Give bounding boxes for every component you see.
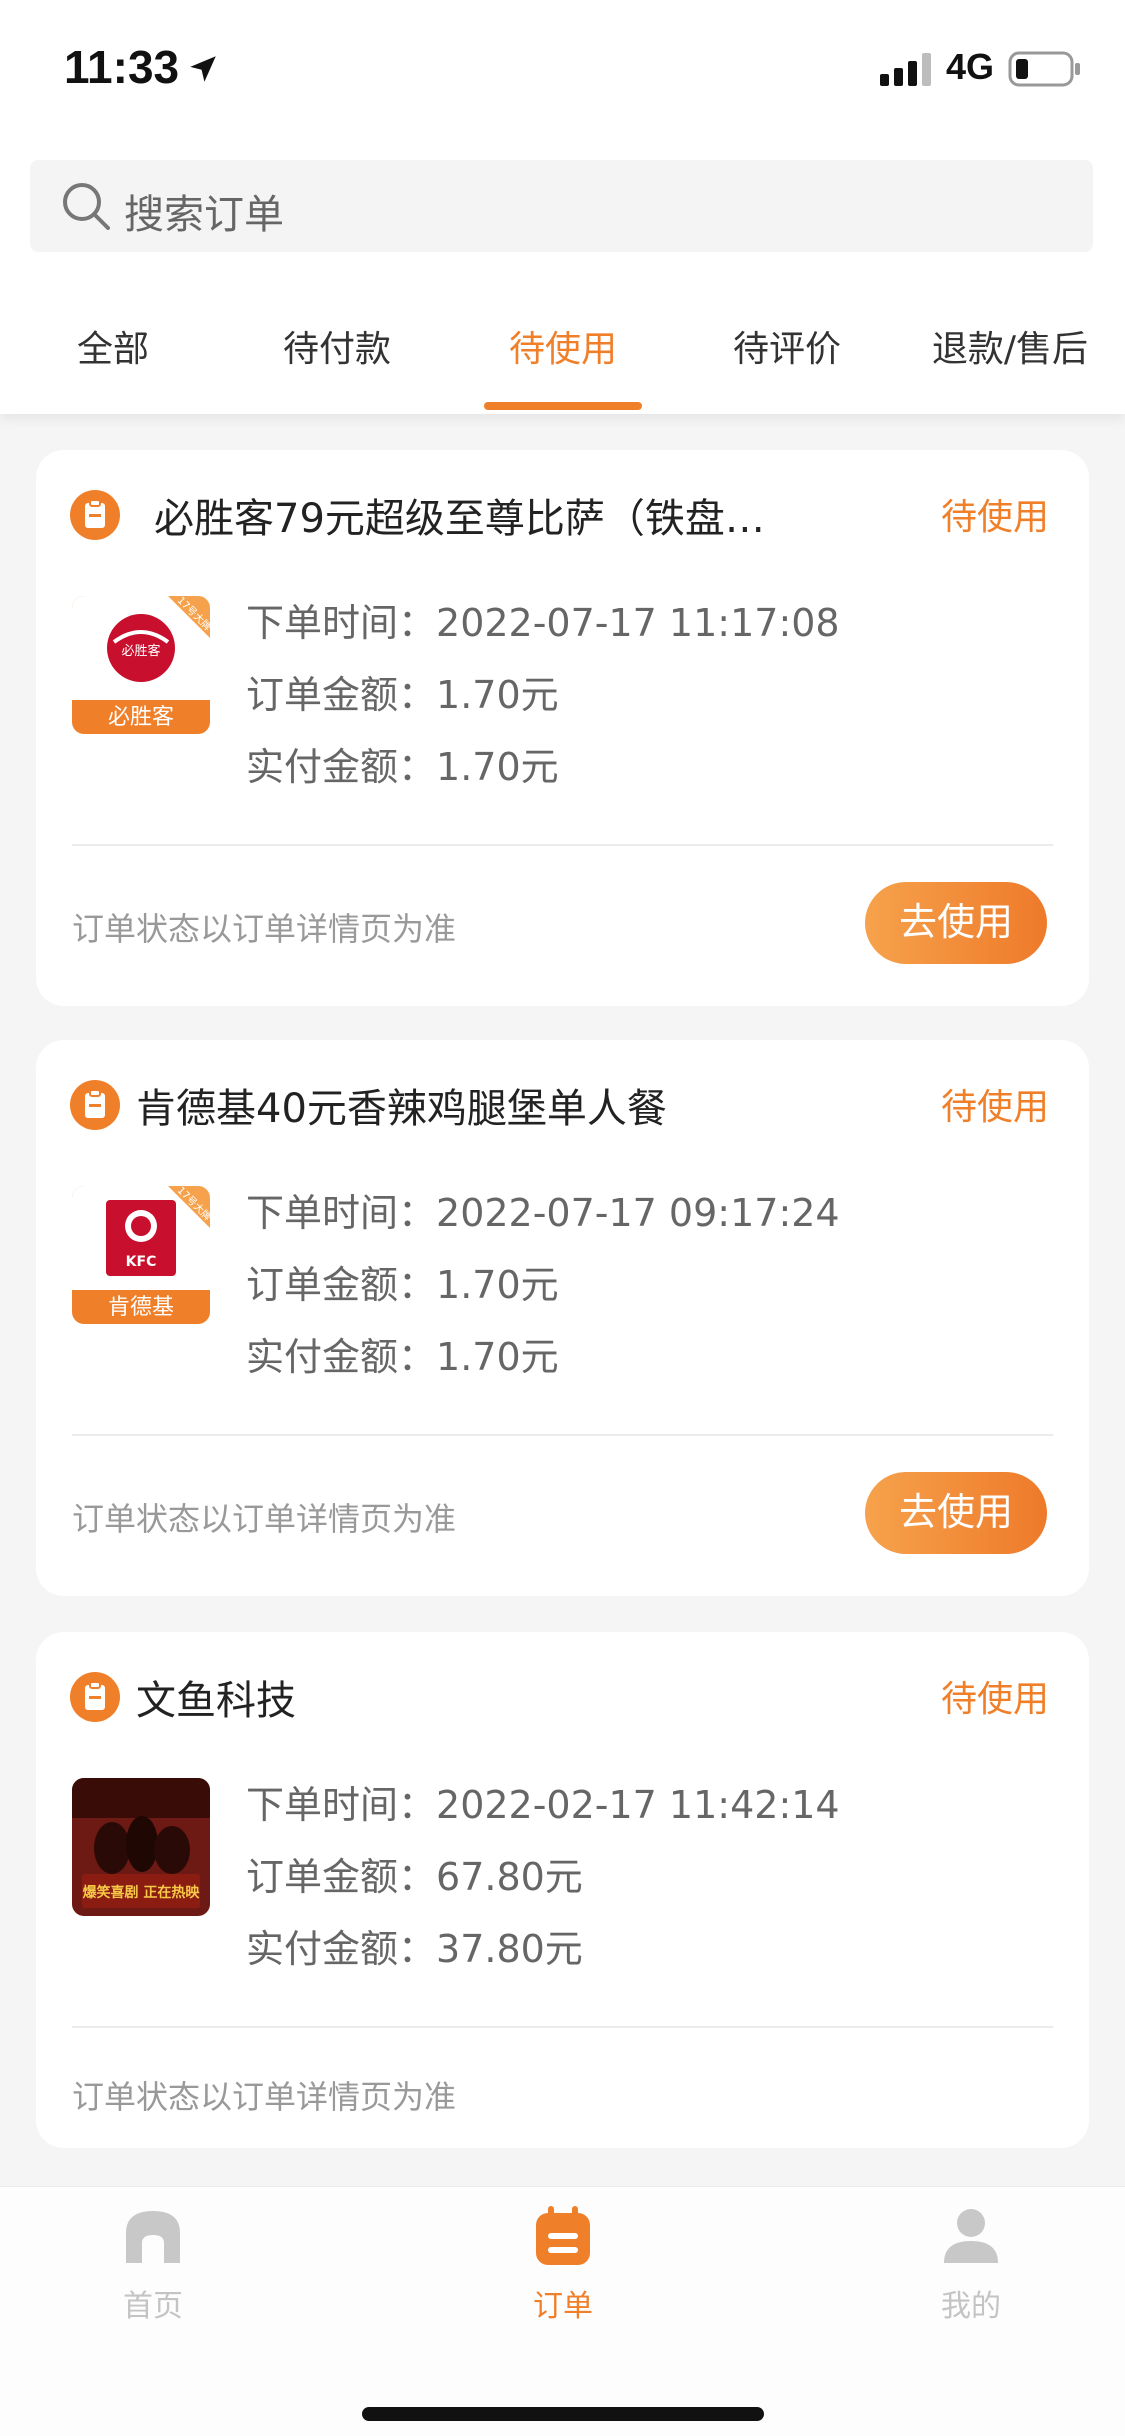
pizzahut-thumbnail: 必胜客 17号大牌 必胜客 (72, 596, 210, 734)
order-amount-row: 订单金额：1.70元 (246, 1254, 559, 1309)
location-arrow-icon (190, 56, 216, 82)
order-amount-label: 订单金额： (246, 1263, 437, 1307)
paid-amount-label: 实付金额： (246, 745, 437, 789)
kfc-thumbnail: KFC 17号大牌 肯德基 (72, 1186, 210, 1324)
order-time-value: 2022-07-17 11:17:08 (436, 601, 840, 645)
profile-icon (944, 2209, 998, 2263)
order-amount-label: 订单金额： (246, 1855, 437, 1899)
signal-bars-icon (880, 53, 931, 86)
orders-icon (536, 2206, 590, 2265)
order-time-row: 下单时间：2022-07-17 09:17:24 (246, 1182, 840, 1237)
svg-text:肯德基: 肯德基 (108, 1295, 174, 1320)
order-time-row: 下单时间：2022-02-17 11:42:14 (246, 1774, 840, 1829)
paid-amount-label: 实付金额： (246, 1927, 437, 1971)
order-card[interactable]: 肯德基40元香辣鸡腿堡单人餐 待使用 KFC 17号大牌 肯德基 下单时间：20… (36, 1040, 1089, 1596)
tab-pending-use[interactable]: 待使用 (496, 320, 630, 380)
nav-profile[interactable]: 我的 (896, 2203, 1046, 2343)
svg-text:必胜客: 必胜客 (108, 705, 174, 730)
card-divider (72, 1434, 1053, 1436)
status-bar: 11:33 4G (0, 0, 1125, 140)
card-divider (72, 2026, 1053, 2028)
order-time-value: 2022-02-17 11:42:14 (436, 1783, 840, 1827)
tab-pending-review[interactable]: 待评价 (720, 320, 854, 380)
status-note: 订单状态以订单详情页为准 (72, 1500, 457, 1538)
search-input[interactable]: 搜索订单 (124, 182, 284, 240)
paid-amount-row: 实付金额：37.80元 (246, 1918, 583, 1973)
network-type: 4G (946, 46, 995, 87)
paid-amount-value: 37.80元 (436, 1927, 583, 1971)
nav-orders[interactable]: 订单 (488, 2203, 638, 2343)
paid-amount-value: 1.70元 (436, 745, 559, 789)
shop-name: 肯德基40元香辣鸡腿堡单人餐 (136, 1086, 667, 1132)
order-amount-label: 订单金额： (246, 673, 437, 717)
nav-profile-label: 我的 (941, 2289, 1001, 2324)
order-card[interactable]: 文鱼科技 待使用 爆笑喜剧 正在热映 下单时间：2022-02-17 11:42… (36, 1632, 1089, 2148)
active-tab-indicator (484, 402, 642, 410)
order-badge-icon (70, 1672, 120, 1722)
nav-home[interactable]: 首页 (78, 2203, 228, 2343)
tab-refund-aftersales[interactable]: 退款/售后 (920, 320, 1100, 380)
top-header: 11:33 4G 搜索订单 全部 待付款 待使用 待评价 退款/售后 (0, 0, 1125, 414)
card-divider (72, 844, 1053, 846)
search-bar[interactable]: 搜索订单 (30, 160, 1093, 252)
order-amount-value: 67.80元 (436, 1855, 583, 1899)
order-amount-row: 订单金额：1.70元 (246, 664, 559, 719)
use-button[interactable]: 去使用 (865, 882, 1047, 964)
status-note: 订单状态以订单详情页为准 (72, 2078, 457, 2116)
svg-text:KFC: KFC (126, 1254, 157, 1270)
tab-all[interactable]: 全部 (58, 320, 168, 380)
nav-home-label: 首页 (123, 2289, 183, 2324)
status-badge: 待使用 (940, 1087, 1049, 1128)
order-amount-value: 1.70元 (436, 673, 559, 717)
order-amount-value: 1.70元 (436, 1263, 559, 1307)
svg-text:必胜客: 必胜客 (121, 643, 160, 659)
home-indicator[interactable] (362, 2407, 764, 2421)
status-badge: 待使用 (940, 497, 1049, 538)
paid-amount-row: 实付金额：1.70元 (246, 736, 559, 791)
order-time-value: 2022-07-17 09:17:24 (436, 1191, 840, 1235)
paid-amount-label: 实付金额： (246, 1335, 437, 1379)
order-badge-icon (70, 1080, 120, 1130)
movie-poster-thumbnail: 爆笑喜剧 正在热映 (72, 1778, 210, 1916)
tab-pending-payment[interactable]: 待付款 (270, 320, 404, 380)
battery-low-icon (1008, 51, 1080, 87)
shop-name: 必胜客79元超级至尊比萨（铁盘… (154, 496, 765, 542)
shop-name: 文鱼科技 (136, 1678, 296, 1724)
order-card[interactable]: 必胜客79元超级至尊比萨（铁盘… 待使用 必胜客 17号大牌 必胜客 下单时间：… (36, 450, 1089, 1006)
status-note: 订单状态以订单详情页为准 (72, 910, 457, 948)
order-time-label: 下单时间： (246, 1783, 437, 1827)
order-time-label: 下单时间： (246, 1191, 437, 1235)
status-time: 11:33 (64, 41, 180, 93)
nav-orders-label: 订单 (533, 2289, 593, 2324)
order-time-label: 下单时间： (246, 601, 437, 645)
bottom-nav: 首页 订单 我的 (0, 2186, 1125, 2436)
svg-text:爆笑喜剧 正在热映: 爆笑喜剧 正在热映 (83, 1884, 201, 1901)
order-badge-icon (70, 490, 120, 540)
order-tabs: 全部 待付款 待使用 待评价 退款/售后 (0, 300, 1125, 414)
home-icon (126, 2211, 180, 2263)
paid-amount-row: 实付金额：1.70元 (246, 1326, 559, 1381)
status-badge: 待使用 (940, 1679, 1049, 1720)
order-time-row: 下单时间：2022-07-17 11:17:08 (246, 592, 840, 647)
use-button[interactable]: 去使用 (865, 1472, 1047, 1554)
search-icon (63, 183, 110, 230)
order-amount-row: 订单金额：67.80元 (246, 1846, 583, 1901)
paid-amount-value: 1.70元 (436, 1335, 559, 1379)
